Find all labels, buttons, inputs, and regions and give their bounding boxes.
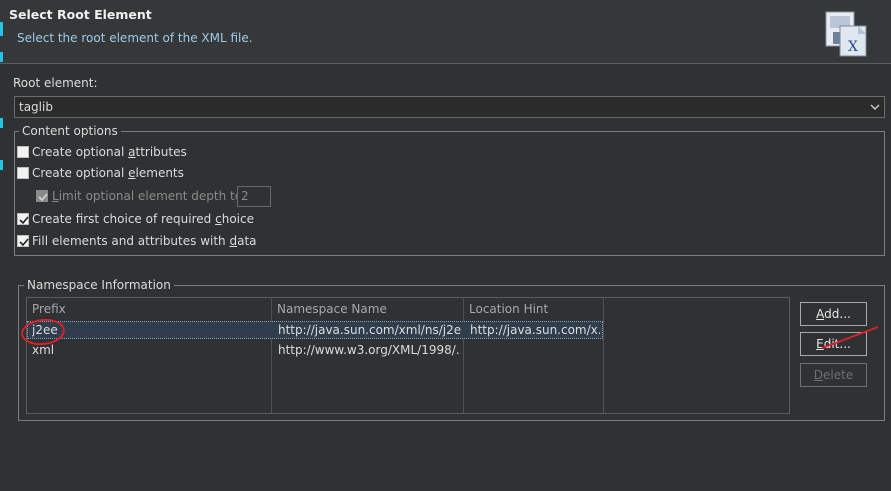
svg-text:X: X	[848, 39, 858, 55]
page-title: Select Root Element	[9, 7, 152, 22]
row-2-namespace-name[interactable]: http://www.w3.org/XML/1998/...	[278, 341, 461, 359]
checkmark-icon	[19, 216, 29, 225]
root-element-label: Root element:	[13, 76, 98, 90]
add-button[interactable]: Add...	[800, 302, 867, 326]
limit-depth-checkbox[interactable]	[36, 190, 48, 202]
row-1-location-hint: http://java.sun.com/x...	[470, 323, 600, 337]
chevron-down-icon	[870, 104, 880, 110]
column-header-prefix[interactable]: Prefix	[27, 298, 272, 320]
optional-elements-checkbox[interactable]	[17, 167, 29, 179]
xml-file-wizard-icon: X	[825, 11, 867, 57]
root-element-value: taglib	[19, 100, 53, 114]
row-1-prefix: j2ee	[32, 323, 58, 337]
column-divider	[271, 298, 272, 413]
root-element-combo[interactable]: taglib	[14, 96, 885, 118]
first-choice-label: Create first choice of required choice	[32, 212, 254, 226]
row-2-location-hint[interactable]	[470, 341, 600, 359]
depth-input[interactable]: 2	[237, 186, 271, 207]
delete-button[interactable]: Delete	[800, 363, 867, 387]
namespace-table[interactable]: Prefix Namespace Name Location Hint j2ee…	[26, 297, 790, 414]
left-edge-marks	[0, 0, 4, 180]
fill-data-label: Fill elements and attributes with data	[32, 234, 257, 248]
row-2-prefix[interactable]: xml	[32, 341, 262, 359]
column-divider	[603, 298, 604, 413]
column-header-location-hint[interactable]: Location Hint	[464, 298, 604, 320]
optional-elements-label: Create optional elements	[32, 166, 184, 180]
edit-button[interactable]: Edit...	[800, 332, 867, 356]
optional-attributes-checkbox[interactable]	[17, 146, 29, 158]
first-choice-checkbox[interactable]	[17, 213, 29, 225]
row-1-namespace-name: http://java.sun.com/xml/ns/j2ee	[278, 323, 461, 337]
column-divider	[463, 298, 464, 413]
checkmark-icon	[19, 238, 29, 247]
limit-depth-label: Limit optional element depth to:	[52, 189, 247, 203]
namespace-legend: Namespace Information	[24, 278, 174, 292]
checkmark-icon	[38, 193, 48, 202]
optional-attributes-label: Create optional attributes	[32, 145, 187, 159]
column-header-namespace-name[interactable]: Namespace Name	[272, 298, 464, 320]
page-description: Select the root element of the XML file.	[17, 31, 253, 45]
content-options-legend: Content options	[19, 124, 121, 138]
fill-data-checkbox[interactable]	[17, 235, 29, 247]
